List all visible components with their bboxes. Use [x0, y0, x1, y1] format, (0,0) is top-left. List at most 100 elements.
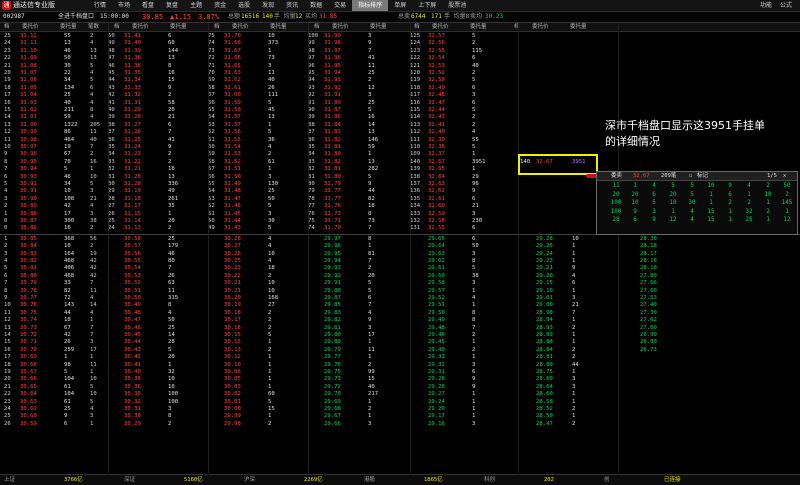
book-cell: 135 — [410, 195, 421, 202]
menu-item[interactable]: 交易 — [328, 0, 352, 11]
book-cell: 50 — [472, 243, 479, 250]
book-cell: 9 — [368, 40, 372, 47]
menu-item[interactable]: 行情 — [88, 0, 112, 11]
book-cell: 31.23 — [124, 151, 141, 158]
book-cell: 26.90 — [640, 332, 657, 338]
ask-row[interactable]: 19 31.06 34 5 44 31.34 15 69 31.62 40 94 31.93 2 119 3… — [0, 77, 800, 84]
bid-row[interactable]: 5 30.81 406 42 30.54 7 30.23 18 29.93 2 29.61 5 29.2… — [0, 265, 800, 272]
app-logo-icon: 通 — [2, 1, 11, 10]
ask-row[interactable]: 22 31.09 50 13 47 31.38 13 72 31.66 73 97 31.96 41 12… — [0, 55, 800, 62]
ask-row[interactable]: 25 31.12 55 2 50 31.41 6 75 31.70 10 100 31.99 3 125 3… — [0, 33, 800, 40]
book-cell: 3 — [4, 195, 8, 202]
menu-item[interactable]: 发现 — [256, 0, 280, 11]
ask-row[interactable]: 8 30.95 70 16 33 31.22 2 58 31.52 61 83 31.82 13 140 3… — [0, 159, 800, 166]
bid-row[interactable]: 16 30.70 259 17 30.43 5 30.13 2 29.79 11 29.40 2 28.… — [0, 347, 800, 354]
book-cell: 13 — [268, 114, 275, 121]
popup-close-icon[interactable]: ✕ — [783, 172, 786, 180]
bid-row[interactable]: 25 30.60 9 3 30.30 8 29.99 1 29.67 1 29.17 1 28.50 1 — [0, 413, 800, 420]
ask-row[interactable]: 15 31.02 211 8 40 31.29 20 65 31.58 45 90 31.87 5 115… — [0, 107, 800, 114]
bid-row[interactable]: 20 30.66 104 10 30.38 10 30.05 1 29.73 15 29.28 9 28… — [0, 376, 800, 383]
book-cell: 2 — [268, 324, 272, 331]
bid-row[interactable]: 13 30.73 67 7 30.46 25 30.16 2 29.81 3 29.48 7 28.93… — [0, 325, 800, 332]
menu-item[interactable]: 市场 — [112, 0, 136, 11]
ask-row[interactable]: 17 31.04 25 4 42 31.32 2 67 31.60 111 92 31.91 3 117 3… — [0, 92, 800, 99]
bid-row[interactable]: 3 30.83 164 19 30.56 46 30.26 10 29.95 81 29.63 3 29… — [0, 251, 800, 258]
ask-row[interactable]: 23 31.10 46 13 48 31.39 144 73 31.67 1 98 31.97 7 123… — [0, 48, 800, 55]
bid-row[interactable]: 15 30.71 26 3 30.44 28 30.15 1 29.80 1 29.45 1 28.88… — [0, 339, 800, 346]
bid-row[interactable]: 9 30.77 72 4 30.50 315 30.20 168 29.87 6 29.52 4 29.… — [0, 295, 800, 302]
ask-row[interactable]: 18 31.05 134 6 43 31.33 9 68 31.61 26 93 31.92 12 118… — [0, 85, 800, 92]
book-cell: 92 — [308, 92, 315, 99]
menu-item[interactable]: 选股 — [232, 0, 256, 11]
book-cell: 1 — [4, 210, 8, 217]
menu-item[interactable]: 主题 — [184, 0, 208, 11]
book-cell: 30.66 — [20, 376, 37, 383]
book-cell: 28.30 — [640, 235, 657, 242]
book-cell: 48 — [108, 47, 115, 54]
book-cell: 28.64 — [536, 383, 553, 390]
book-cell: 8 — [168, 302, 172, 309]
bid-row[interactable]: 17 30.69 1 1 30.42 20 30.12 1 29.77 1 29.33 1 28.81 2 — [0, 354, 800, 361]
bid-row[interactable]: 23 30.63 61 5 30.32 100 30.01 5 29.69 1 29.24 1 28.5… — [0, 399, 800, 406]
bid-row[interactable]: 11 30.75 44 4 30.48 4 30.18 2 29.83 4 29.50 8 28.98 7… — [0, 310, 800, 317]
bid-row[interactable]: 22 30.64 104 10 30.35 100 30.02 60 29.70 217 29.27… — [0, 391, 800, 398]
bid-row[interactable]: 19 30.67 5 1 30.40 32 30.06 1 29.75 99 29.31 6 28.75… — [0, 369, 800, 376]
stock-code[interactable]: 002987 — [3, 12, 25, 22]
book-cell: 32.61 — [428, 195, 445, 202]
book-cell: 121 — [410, 62, 421, 69]
popup-cell: 5 — [690, 190, 694, 198]
bid-row[interactable]: 2 30.84 10 2 30.57 179 30.27 4 29.96 1 29.64 50 29.2… — [0, 243, 800, 250]
menu-item[interactable]: 看盘 — [136, 0, 160, 11]
order-detail-popup[interactable]: 委卖 32.67 209笔 ☐ 标记 1/5 ✕ 11 1 4 5 5 10 9 4 2 50 20… — [596, 171, 798, 235]
buy-avg-value: 31.85 — [319, 13, 338, 20]
bid-row[interactable]: 18 30.68 98 11 30.41 1 30.10 1 29.76 2 29.32 3 28.80… — [0, 362, 800, 369]
bid-row[interactable]: 14 30.72 42 7 30.45 14 30.15 5 29.80 17 29.46 2 28.8… — [0, 332, 800, 339]
header-label: 委托量 — [170, 24, 187, 30]
avg-value: 12 — [295, 13, 303, 20]
book-cell: 29.31 — [428, 369, 445, 375]
menu-item[interactable]: 股票池 — [442, 0, 472, 11]
menu-item[interactable]: 上下屏 — [412, 0, 442, 11]
bid-row[interactable]: 7 30.79 33 7 30.52 63 30.21 10 29.91 5 29.58 3 29.15… — [0, 280, 800, 287]
book-cell: 3 — [472, 280, 476, 287]
bid-row[interactable]: 6 30.80 468 42 30.53 26 30.22 2 29.92 20 29.60 38 29… — [0, 273, 800, 280]
right-menu-item[interactable]: 功能 — [756, 0, 776, 11]
book-cell: 29.33 — [428, 354, 445, 361]
menu-item[interactable]: 指标排序 — [352, 0, 389, 11]
book-cell: 6 — [472, 225, 476, 232]
bid-row[interactable]: 10 30.76 143 14 30.49 8 30.19 27 29.85 7 29.51 1 29.… — [0, 302, 800, 309]
menu-item[interactable]: 数据 — [304, 0, 328, 11]
book-cell: 30.98 — [20, 136, 37, 143]
menu-item[interactable]: 单屏 — [388, 0, 412, 11]
ask-row[interactable]: 16 31.03 40 4 41 31.31 58 66 31.59 5 91 31.89 25 116 3… — [0, 100, 800, 107]
bid-row[interactable]: 4 30.82 468 42 30.55 80 30.25 4 29.94 7 29.62 8 29.2… — [0, 258, 800, 265]
book-cell: 10 — [64, 188, 71, 195]
popup-cell: 6 — [728, 190, 732, 198]
menu-item[interactable]: 复盘 — [160, 0, 184, 11]
book-cell: 18 — [268, 265, 275, 272]
bid-row[interactable]: 26 30.59 6 1 30.29 2 29.98 2 29.66 3 29.16 3 28.47 2 — [0, 421, 800, 428]
bid-row[interactable]: 1 30.85 368 56 30.58 25 30.28 4 29.97 8 29.65 6 29.2… — [0, 236, 800, 243]
bid-row[interactable]: 12 30.74 10 1 30.47 50 30.17 2 29.82 9 29.49 8 28.94… — [0, 317, 800, 324]
bid-row[interactable]: 21 30.65 61 5 30.36 10 30.03 1 29.72 40 29.28 9 28.6… — [0, 384, 800, 391]
book-cell: 69 — [208, 77, 215, 84]
book-cell: 7 — [90, 324, 94, 331]
book-cell: 9 — [4, 151, 8, 158]
ask-row[interactable]: 21 31.08 30 5 46 31.36 8 71 31.65 3 96 31.95 11 121 32… — [0, 63, 800, 70]
book-cell: 41 — [368, 55, 375, 62]
book-cell: 4 — [472, 295, 476, 301]
right-menu-item[interactable]: 公式 — [776, 0, 796, 11]
header-label: 委托量 — [270, 24, 287, 30]
bid-row[interactable]: 24 30.62 25 4 30.31 3 30.00 15 29.68 2 29.20 1 28.52… — [0, 406, 800, 413]
ask-row[interactable]: 24 31.11 13 4 49 31.40 60 74 31.68 373 99 31.98 9 124… — [0, 40, 800, 47]
book-cell: 114 — [410, 114, 421, 121]
bid-row[interactable]: 8 30.78 82 11 30.51 11 30.21 10 29.88 5 29.57 1 29.1… — [0, 288, 800, 295]
popup-row: 28 6 9 12 4 15 1 25 1 12 — [597, 216, 797, 225]
menu-item[interactable]: 资讯 — [280, 0, 304, 11]
book-cell: 59 — [208, 151, 215, 158]
book-cell: 13 — [4, 324, 11, 331]
ask-row[interactable]: 20 31.07 22 4 45 31.35 16 70 31.63 11 95 31.94 25 120… — [0, 70, 800, 77]
ask-row[interactable]: 9 30.96 67 2 34 31.23 2 59 31.53 2 84 31.80 1 109 32.3… — [0, 151, 800, 158]
menu-item[interactable]: 资金 — [208, 0, 232, 11]
popup-mark-checkbox[interactable]: ☐ — [689, 172, 692, 180]
